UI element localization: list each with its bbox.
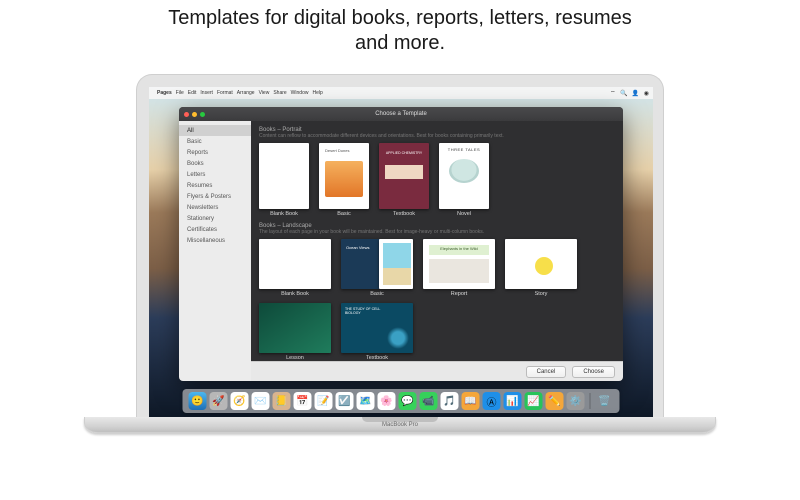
template-thumb: Desert Dunes bbox=[319, 143, 369, 209]
template-novel-portrait[interactable]: THREE TALES Novel bbox=[439, 143, 489, 217]
template-thumb: Elephants in the Wild bbox=[423, 239, 495, 289]
sidebar-item-newsletters[interactable]: Newsletters bbox=[179, 202, 251, 213]
marketing-caption: Templates for digital books, reports, le… bbox=[0, 6, 800, 56]
dock-icon-pages[interactable]: ✏️ bbox=[546, 392, 564, 410]
template-basic-portrait[interactable]: Desert Dunes Basic bbox=[319, 143, 369, 217]
sidebar-item-stationery[interactable]: Stationery bbox=[179, 213, 251, 224]
spotlight-icon[interactable]: 🔍 bbox=[620, 91, 627, 97]
menubar-app-name[interactable]: Pages bbox=[157, 90, 172, 96]
window-minimize-button[interactable] bbox=[192, 112, 197, 117]
menubar-item-insert[interactable]: Insert bbox=[200, 90, 213, 96]
template-label: Story bbox=[535, 291, 548, 297]
cancel-button[interactable]: Cancel bbox=[526, 366, 567, 378]
dock-icon-preferences[interactable]: ⚙️ bbox=[567, 392, 585, 410]
laptop-screen: Pages File Edit Insert Format Arrange Vi… bbox=[149, 87, 653, 417]
window-title: Choose a Template bbox=[179, 111, 623, 117]
template-basic-landscape[interactable]: Ocean Views Basic bbox=[341, 239, 413, 297]
dock-icon-calendar[interactable]: 📅 bbox=[294, 392, 312, 410]
menubar-item-arrange[interactable]: Arrange bbox=[237, 90, 255, 96]
window-footer: Cancel Choose bbox=[251, 361, 623, 381]
template-thumb bbox=[505, 239, 577, 289]
template-thumb: APPLIED CHEMISTRY bbox=[379, 143, 429, 209]
template-lesson-landscape[interactable]: Lesson bbox=[259, 303, 331, 361]
menubar-item-share[interactable]: Share bbox=[273, 90, 286, 96]
template-label: Basic bbox=[337, 211, 350, 217]
template-label: Novel bbox=[457, 211, 471, 217]
template-label: Textbook bbox=[393, 211, 415, 217]
section-subtitle-portrait: Content can reflow to accommodate differ… bbox=[259, 133, 615, 139]
caption-line-1: Templates for digital books, reports, le… bbox=[168, 7, 632, 29]
template-thumb bbox=[259, 303, 331, 353]
category-sidebar: All Basic Reports Books Letters Resumes … bbox=[179, 121, 251, 381]
dock-icon-notes[interactable]: 📝 bbox=[315, 392, 333, 410]
window-zoom-button[interactable] bbox=[200, 112, 205, 117]
dock-icon-keynote[interactable]: 📊 bbox=[504, 392, 522, 410]
dock-icon-ibooks[interactable]: 📖 bbox=[462, 392, 480, 410]
section-subtitle-landscape: The layout of each page in your book wil… bbox=[259, 229, 615, 235]
menubar-item-window[interactable]: Window bbox=[291, 90, 309, 96]
menubar-item-view[interactable]: View bbox=[259, 90, 270, 96]
template-story-landscape[interactable]: Story bbox=[505, 239, 577, 297]
sidebar-item-certificates[interactable]: Certificates bbox=[179, 224, 251, 235]
laptop-frame: Pages File Edit Insert Format Arrange Vi… bbox=[84, 74, 716, 433]
user-icon[interactable]: 👤 bbox=[632, 91, 639, 97]
template-report-landscape[interactable]: Elephants in the Wild Report bbox=[423, 239, 495, 297]
caption-line-2: and more. bbox=[355, 32, 445, 54]
template-thumb bbox=[259, 143, 309, 209]
laptop-model-label: MacBook Pro bbox=[85, 422, 715, 428]
dock-icon-safari[interactable]: 🧭 bbox=[231, 392, 249, 410]
dock-icon-photos[interactable]: 🌸 bbox=[378, 392, 396, 410]
macos-menubar: Pages File Edit Insert Format Arrange Vi… bbox=[149, 87, 653, 99]
template-panel: Books – Portrait Content can reflow to a… bbox=[251, 121, 623, 381]
dock-icon-launchpad[interactable]: 🚀 bbox=[210, 392, 228, 410]
dock-icon-facetime[interactable]: 📹 bbox=[420, 392, 438, 410]
dock-separator bbox=[590, 393, 591, 409]
menubar-item-format[interactable]: Format bbox=[217, 90, 233, 96]
menubar-item-edit[interactable]: Edit bbox=[188, 90, 197, 96]
menubar-status-area: ⌔ 🔍 👤 ◉ bbox=[607, 89, 649, 97]
dock-icon-reminders[interactable]: ☑️ bbox=[336, 392, 354, 410]
template-textbook-landscape[interactable]: THE STUDY OF CELL BIOLOGY Textbook bbox=[341, 303, 413, 361]
menubar-item-file[interactable]: File bbox=[176, 90, 184, 96]
sidebar-item-letters[interactable]: Letters bbox=[179, 169, 251, 180]
template-label: Report bbox=[451, 291, 468, 297]
dock-icon-finder[interactable]: 🙂 bbox=[189, 392, 207, 410]
template-thumb bbox=[259, 239, 331, 289]
template-label: Basic bbox=[370, 291, 383, 297]
macos-dock: 🙂 🚀 🧭 ✉️ 📒 📅 📝 ☑️ 🗺️ 🌸 💬 📹 🎵 📖 Ⓐ 📊 📈 ✏️ … bbox=[183, 389, 620, 413]
wifi-icon[interactable]: ⌔ bbox=[610, 91, 616, 97]
sidebar-item-misc[interactable]: Miscellaneous bbox=[179, 235, 251, 246]
template-label: Blank Book bbox=[281, 291, 309, 297]
dock-icon-numbers[interactable]: 📈 bbox=[525, 392, 543, 410]
sidebar-item-resumes[interactable]: Resumes bbox=[179, 180, 251, 191]
template-blank-book-landscape[interactable]: Blank Book bbox=[259, 239, 331, 297]
dock-icon-maps[interactable]: 🗺️ bbox=[357, 392, 375, 410]
sidebar-item-flyers[interactable]: Flyers & Posters bbox=[179, 191, 251, 202]
dock-icon-messages[interactable]: 💬 bbox=[399, 392, 417, 410]
dock-icon-appstore[interactable]: Ⓐ bbox=[483, 392, 501, 410]
laptop-base: MacBook Pro bbox=[84, 417, 716, 433]
sidebar-item-all[interactable]: All bbox=[179, 125, 251, 136]
laptop-lid: Pages File Edit Insert Format Arrange Vi… bbox=[136, 74, 664, 417]
sidebar-item-basic[interactable]: Basic bbox=[179, 136, 251, 147]
menubar-item-help[interactable]: Help bbox=[312, 90, 322, 96]
template-thumb: Ocean Views bbox=[341, 239, 413, 289]
dock-icon-mail[interactable]: ✉️ bbox=[252, 392, 270, 410]
dock-icon-contacts[interactable]: 📒 bbox=[273, 392, 291, 410]
template-textbook-portrait[interactable]: APPLIED CHEMISTRY Textbook bbox=[379, 143, 429, 217]
window-close-button[interactable] bbox=[184, 112, 189, 117]
sidebar-item-reports[interactable]: Reports bbox=[179, 147, 251, 158]
template-thumb: THREE TALES bbox=[439, 143, 489, 209]
template-thumb: THE STUDY OF CELL BIOLOGY bbox=[341, 303, 413, 353]
sidebar-item-books[interactable]: Books bbox=[179, 158, 251, 169]
dock-icon-itunes[interactable]: 🎵 bbox=[441, 392, 459, 410]
template-chooser-window: Choose a Template All Basic Reports Book… bbox=[179, 107, 623, 381]
choose-button[interactable]: Choose bbox=[572, 366, 615, 378]
template-label: Blank Book bbox=[270, 211, 298, 217]
template-scroll-area[interactable]: Books – Portrait Content can reflow to a… bbox=[251, 121, 623, 361]
template-blank-book-portrait[interactable]: Blank Book bbox=[259, 143, 309, 217]
window-titlebar[interactable]: Choose a Template bbox=[179, 107, 623, 121]
siri-icon[interactable]: ◉ bbox=[644, 91, 649, 97]
dock-icon-trash[interactable]: 🗑️ bbox=[596, 392, 614, 410]
